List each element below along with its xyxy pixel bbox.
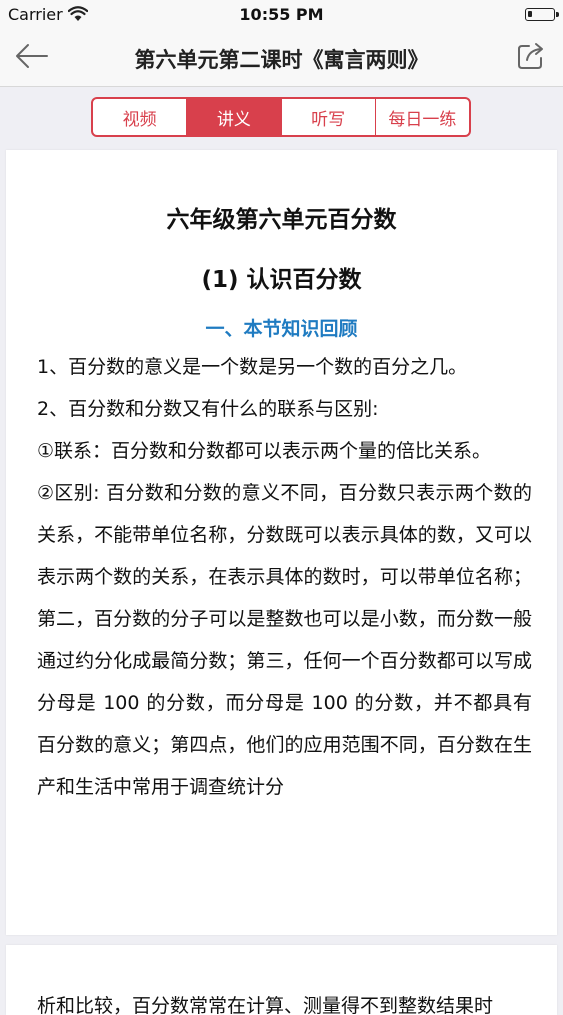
status-bar: Carrier 10:55 PM (0, 0, 563, 30)
document-body-continued: 析和比较，百分数常常在计算、测量得不到整数结果时 (37, 985, 532, 1015)
navigation-bar: 第六单元第二课时《寓言两则》 (0, 30, 563, 87)
paragraph: 1、百分数的意义是一个数是另一个数的百分之几。 (37, 356, 468, 378)
document-title: 六年级第六单元百分数 (166, 207, 397, 233)
paragraph: ②区别: 百分数和分数的意义不同，百分数只表示两个数的关系，不能带单位名称，分数… (37, 482, 532, 798)
tab-daily-practice[interactable]: 每日一练 (376, 99, 469, 135)
document-body: 1、百分数的意义是一个数是另一个数的百分之几。 2、百分数和分数又有什么的联系与… (37, 346, 532, 808)
clock: 10:55 PM (239, 5, 324, 24)
section-heading: 一、本节知识回顾 (205, 318, 358, 340)
back-arrow-icon[interactable] (14, 42, 50, 70)
document-page-2: 析和比较，百分数常常在计算、测量得不到整数结果时 (6, 945, 557, 1015)
tab-video[interactable]: 视频 (93, 99, 188, 135)
paragraph: ①联系：百分数和分数都可以表示两个量的倍比关系。 (37, 440, 492, 462)
share-icon[interactable] (515, 40, 547, 72)
document-page-1: 六年级第六单元百分数 (1) 认识百分数 一、本节知识回顾 1、百分数的意义是一… (6, 150, 557, 935)
paragraph: 2、百分数和分数又有什么的联系与区别: (37, 398, 379, 420)
segmented-tabs: 视频 讲义 听写 每日一练 (91, 97, 471, 137)
battery-icon (525, 8, 559, 21)
tab-handout[interactable]: 讲义 (187, 99, 282, 135)
page-title: 第六单元第二课时《寓言两则》 (134, 48, 429, 72)
document-subtitle: (1) 认识百分数 (201, 267, 362, 293)
tab-dictation[interactable]: 听写 (282, 99, 376, 135)
paragraph: 析和比较，百分数常常在计算、测量得不到整数结果时 (37, 995, 494, 1015)
